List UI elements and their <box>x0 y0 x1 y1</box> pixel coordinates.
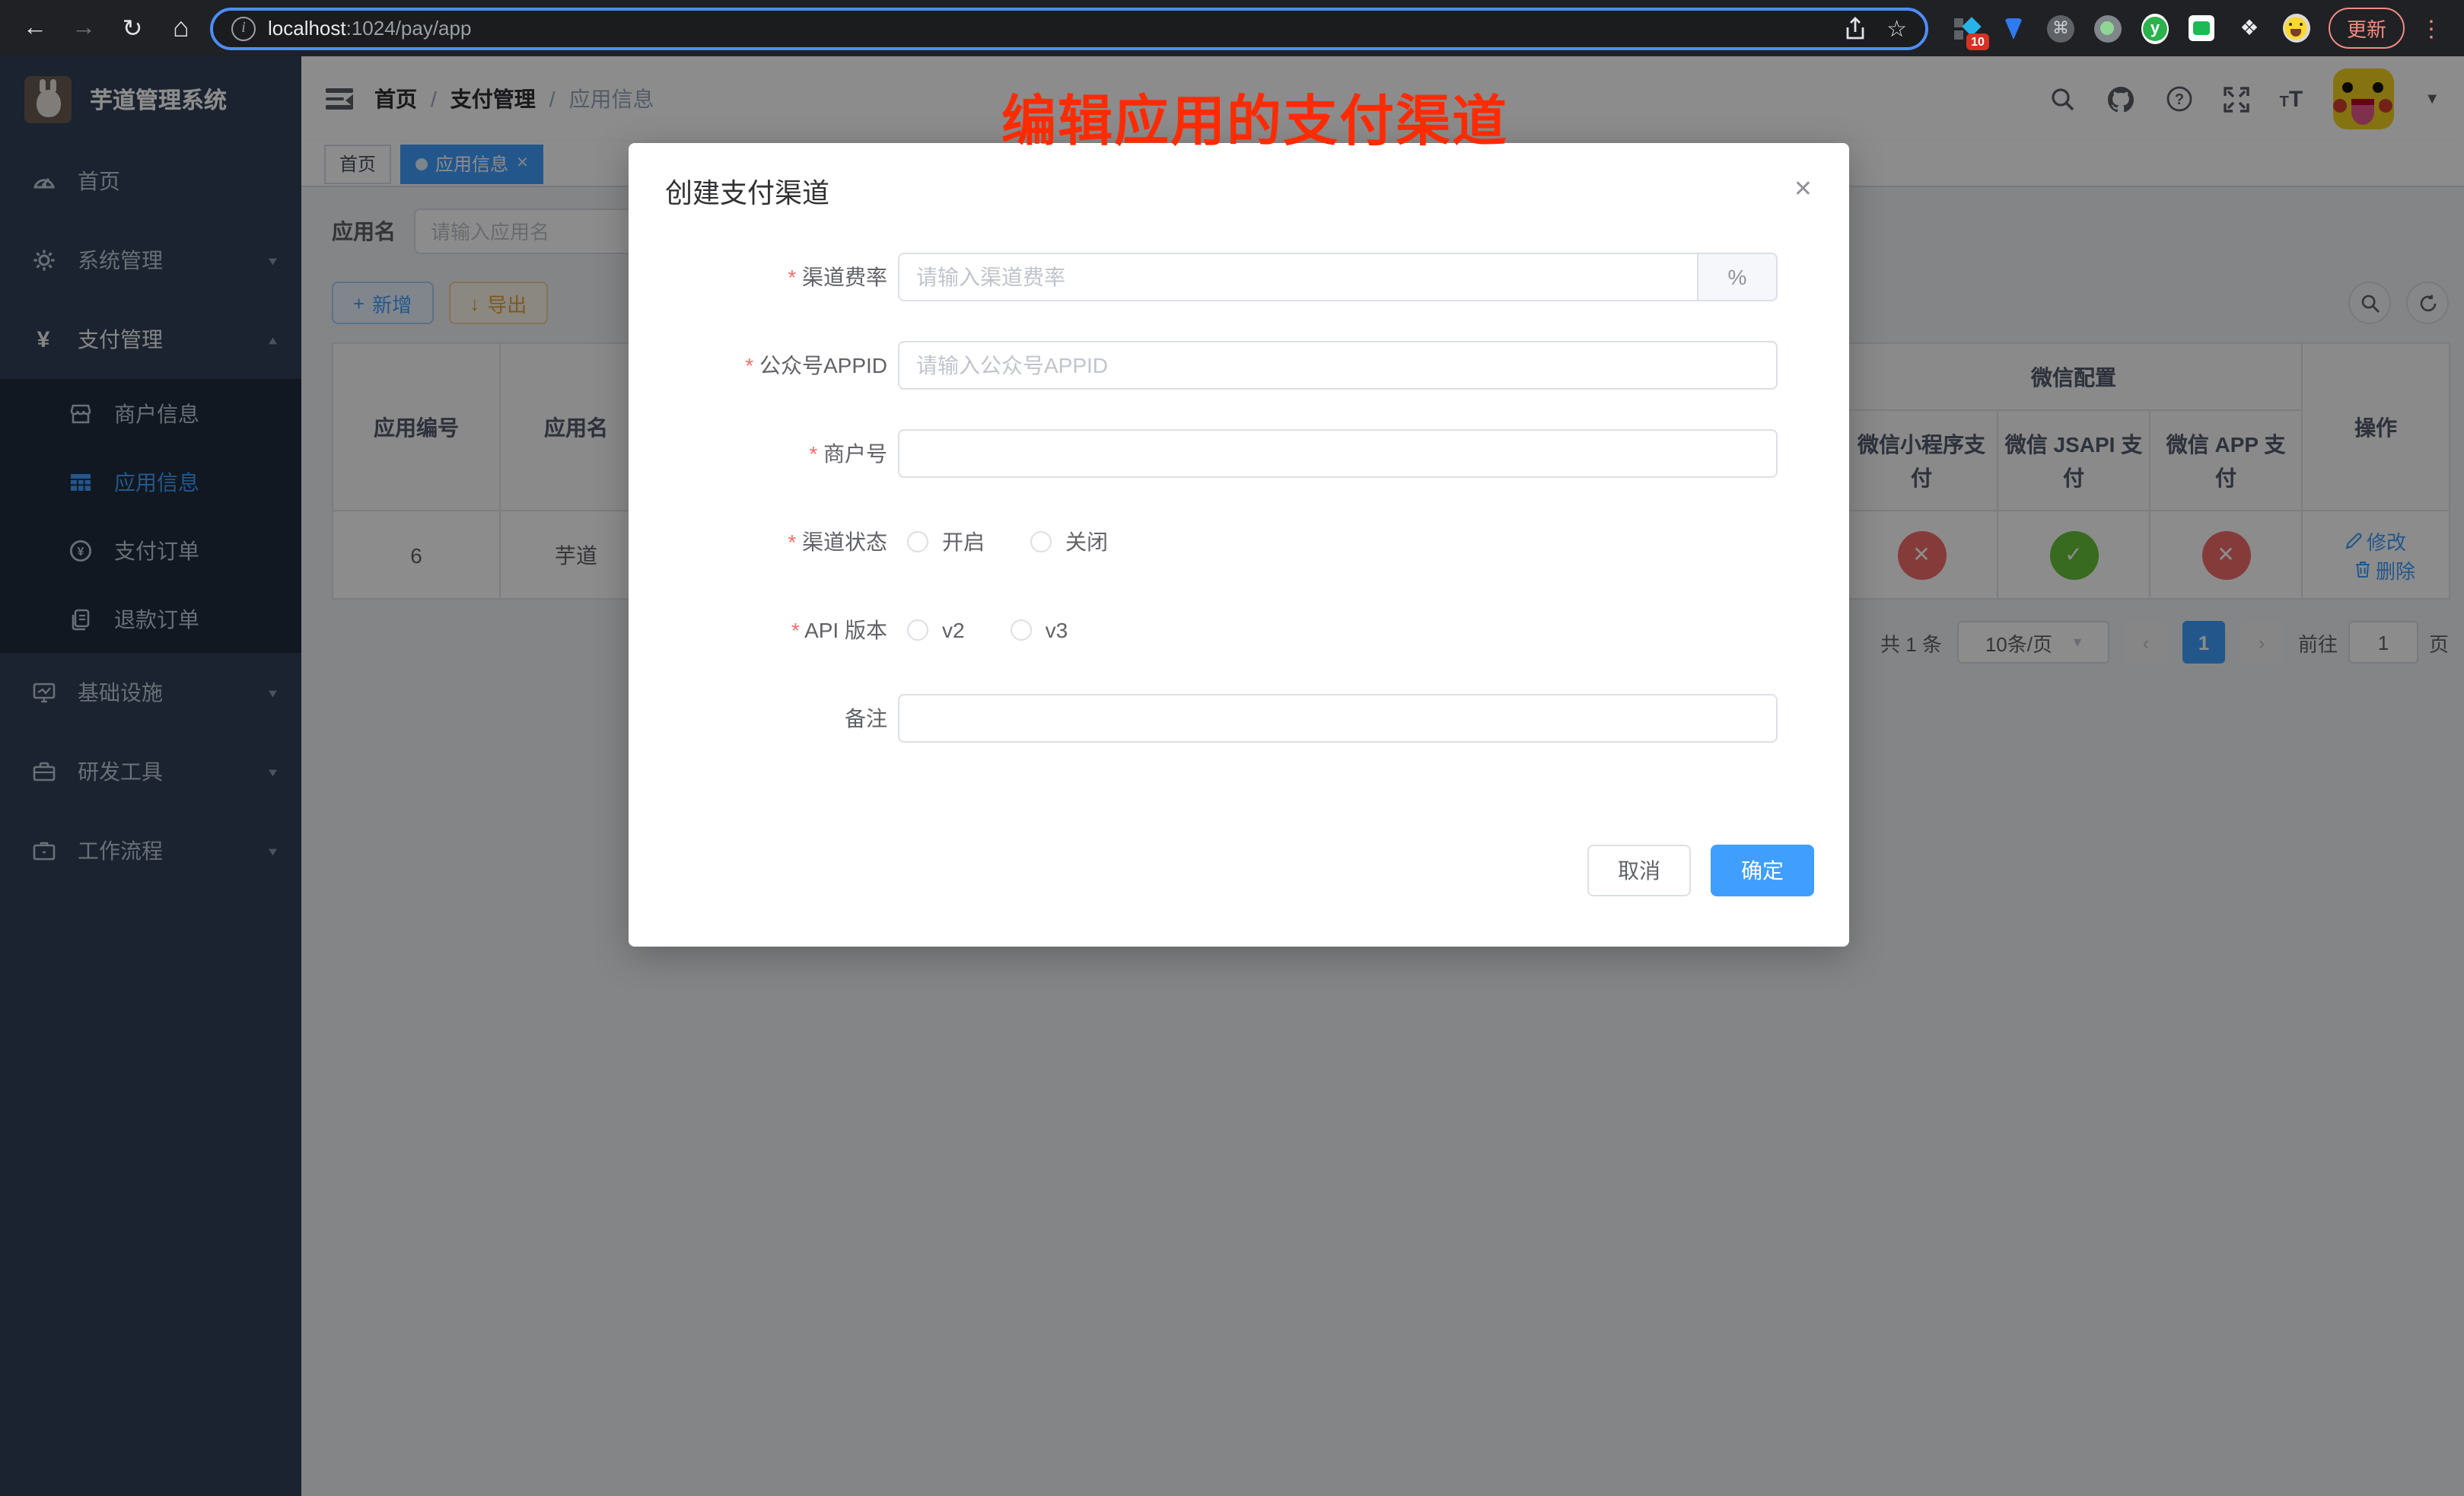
radio-circle-icon <box>907 619 928 641</box>
app-root: 芋道管理系统 首页 系统管理 ▾ ¥ 支付管理 ▴ <box>0 56 2464 1496</box>
url-text[interactable]: localhost:1024/pay/app <box>268 17 1832 40</box>
rate-label: 渠道费率 <box>629 262 898 292</box>
browser-update-button[interactable]: 更新 <box>2329 8 2405 49</box>
confirm-button[interactable]: 确定 <box>1711 845 1814 896</box>
api-v2-radio[interactable]: v2 <box>907 618 965 642</box>
merchant-input[interactable] <box>898 429 1778 478</box>
radio-circle-icon <box>1030 531 1052 552</box>
radio-circle-icon <box>1011 619 1032 641</box>
extension-kite-icon[interactable] <box>2000 14 2027 42</box>
radio-circle-icon <box>907 531 928 552</box>
browser-refresh-icon[interactable]: ↻ <box>113 8 152 48</box>
rate-input[interactable] <box>898 253 1698 301</box>
field-appid: 公众号APPID <box>629 341 1849 390</box>
status-label: 渠道状态 <box>629 527 898 557</box>
field-remark: 备注 <box>629 694 1849 743</box>
api-version-radio-group: v2 v3 <box>898 618 1068 642</box>
bookmark-star-icon[interactable]: ☆ <box>1886 14 1907 42</box>
browser-menu-icon[interactable]: ⋮ <box>2414 14 2449 42</box>
dialog-title: 创建支付渠道 <box>665 172 1794 212</box>
dialog-body: 渠道费率 % 公众号APPID 商户号 <box>629 212 1849 743</box>
dialog-footer: 取消 确定 <box>629 782 1849 896</box>
browser-toolbar: ← → ↻ ⌂ i localhost:1024/pay/app ☆ 10 ⌘ … <box>0 0 2464 56</box>
share-icon[interactable] <box>1844 16 1865 40</box>
status-open-radio[interactable]: 开启 <box>907 527 985 557</box>
field-rate: 渠道费率 % <box>629 253 1849 301</box>
extension-chat-icon[interactable] <box>2189 14 2216 42</box>
screen: ← → ↻ ⌂ i localhost:1024/pay/app ☆ 10 ⌘ … <box>0 0 2464 1496</box>
api-version-label: API 版本 <box>629 615 898 645</box>
api-v3-radio[interactable]: v3 <box>1011 618 1068 642</box>
create-pay-channel-dialog: 创建支付渠道 ✕ 渠道费率 % 公众号APPID <box>629 143 1849 947</box>
browser-back-icon[interactable]: ← <box>15 8 55 48</box>
status-radio-group: 开启 关闭 <box>898 527 1108 557</box>
remark-label: 备注 <box>629 703 898 734</box>
remark-input[interactable] <box>898 694 1778 743</box>
field-merchant: 商户号 <box>629 429 1849 478</box>
annotation-text: 编辑应用的支付渠道 <box>1001 78 1508 157</box>
percent-suffix: % <box>1698 253 1778 301</box>
status-close-radio[interactable]: 关闭 <box>1030 527 1108 557</box>
field-status: 渠道状态 开启 关闭 <box>629 517 1849 566</box>
extension-command-icon[interactable]: ⌘ <box>2047 14 2074 42</box>
site-info-icon[interactable]: i <box>231 16 256 40</box>
profile-emoji-icon[interactable] <box>2283 14 2310 42</box>
extensions-area: 10 ⌘ y ❖ <box>1937 14 2319 42</box>
merchant-label: 商户号 <box>629 438 898 469</box>
extension-diamond-icon[interactable]: 10 <box>1953 14 1980 42</box>
extension-record-icon[interactable] <box>2094 14 2122 42</box>
browser-home-icon[interactable]: ⌂ <box>161 8 201 48</box>
extension-y-icon[interactable]: y <box>2141 14 2169 42</box>
appid-label: 公众号APPID <box>629 350 898 380</box>
browser-forward-icon[interactable]: → <box>64 8 103 48</box>
extensions-puzzle-icon[interactable]: ❖ <box>2236 14 2263 42</box>
cancel-button[interactable]: 取消 <box>1587 845 1691 896</box>
address-bar[interactable]: i localhost:1024/pay/app ☆ <box>210 7 1928 49</box>
appid-input[interactable] <box>898 341 1778 390</box>
field-api-version: API 版本 v2 v3 <box>629 606 1849 654</box>
close-dialog-icon[interactable]: ✕ <box>1794 175 1813 202</box>
